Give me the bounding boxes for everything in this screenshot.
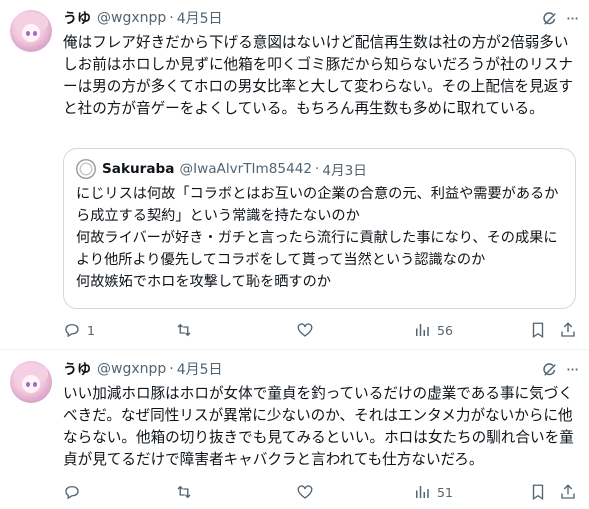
more-icon[interactable]: ···: [563, 361, 581, 379]
views-count: 56: [437, 322, 453, 338]
quote-user-handle[interactable]: @IwaAlvrTIm85442: [179, 161, 312, 177]
quote-line: 何故ライバーが好き・ガチと言ったら流行に貢献した事になり、その成果により他所より…: [76, 230, 558, 268]
retweet-button[interactable]: [175, 320, 199, 340]
tweet-header: うゆ @wgxnpp · 4月5日: [63, 359, 223, 379]
views-button[interactable]: 56: [413, 320, 453, 340]
bookmark-icon: [532, 322, 544, 339]
separator-dot: ·: [169, 10, 174, 26]
avatar[interactable]: [10, 10, 52, 52]
reply-icon: [65, 324, 79, 338]
grok-icon[interactable]: [541, 361, 559, 379]
quote-display-name[interactable]: Sakuraba: [102, 161, 174, 177]
separator-dot: ·: [315, 161, 320, 177]
retweet-icon: [177, 323, 191, 337]
more-icon[interactable]: ···: [563, 10, 581, 28]
reply-button[interactable]: [63, 482, 87, 502]
reply-icon: [65, 486, 79, 500]
quote-line: にじリスは何故「コラボとはお互いの企業の合意の元、利益や需要があるから成立する契…: [76, 186, 559, 224]
share-button[interactable]: [559, 482, 577, 502]
like-icon: [297, 323, 313, 337]
like-button[interactable]: [296, 320, 320, 340]
timestamp[interactable]: 4月5日: [177, 359, 223, 379]
like-button[interactable]: [296, 482, 320, 502]
grok-icon[interactable]: [541, 10, 559, 28]
views-icon: [416, 324, 429, 336]
quote-line: 何故嫉妬でホロを攻撃して恥を晒すのか: [76, 274, 331, 290]
user-handle[interactable]: @wgxnpp: [97, 361, 166, 377]
quote-timestamp[interactable]: 4月3日: [322, 159, 367, 179]
views-icon: [416, 486, 429, 498]
like-icon: [297, 485, 313, 499]
separator-dot: ·: [169, 361, 174, 377]
tweet-text: 俺はフレア好きだから下げる意図はないけど配信再生数は社の方が2倍弱多いしお前はホ…: [63, 34, 573, 117]
reply-button[interactable]: 1: [63, 320, 95, 340]
share-button[interactable]: [559, 320, 577, 340]
share-icon: [561, 322, 575, 337]
views-button[interactable]: 51: [413, 482, 453, 502]
quote-text: にじリスは何故「コラボとはお互いの企業の合意の元、利益や需要があるから成立する契…: [76, 183, 564, 293]
tweet-1[interactable]: うゆ @wgxnpp · 4月5日 ··· 俺はフレア好きだから下げる意図はない…: [0, 0, 589, 349]
user-handle[interactable]: @wgxnpp: [97, 10, 166, 26]
bookmark-icon: [532, 484, 544, 501]
tweet-2[interactable]: うゆ @wgxnpp · 4月5日 ··· いい加減ホロ豚はホロが女体で童貞を釣…: [0, 350, 589, 509]
tweet-text: いい加減ホロ豚はホロが女体で童貞を釣っているだけの虚業である事に気づくべきだ。な…: [63, 385, 574, 468]
views-count: 51: [437, 484, 453, 500]
bookmark-button[interactable]: [529, 320, 547, 340]
timestamp[interactable]: 4月5日: [177, 8, 223, 28]
tweet-actions: 1 56: [63, 320, 579, 340]
share-icon: [561, 484, 575, 499]
quoted-tweet[interactable]: Sakuraba @IwaAlvrTIm85442 · 4月3日 にじリスは何故…: [63, 148, 576, 309]
avatar[interactable]: [10, 361, 52, 403]
retweet-icon: [177, 485, 191, 499]
reply-count: 1: [87, 322, 95, 338]
display-name[interactable]: うゆ: [63, 8, 91, 28]
display-name[interactable]: うゆ: [63, 359, 91, 379]
quote-header: Sakuraba @IwaAlvrTIm85442 · 4月3日: [76, 159, 367, 179]
tweet-actions: 51: [63, 482, 579, 502]
bookmark-button[interactable]: [529, 482, 547, 502]
quote-avatar[interactable]: [76, 159, 96, 179]
retweet-button[interactable]: [175, 482, 199, 502]
tweet-header: うゆ @wgxnpp · 4月5日: [63, 8, 223, 28]
